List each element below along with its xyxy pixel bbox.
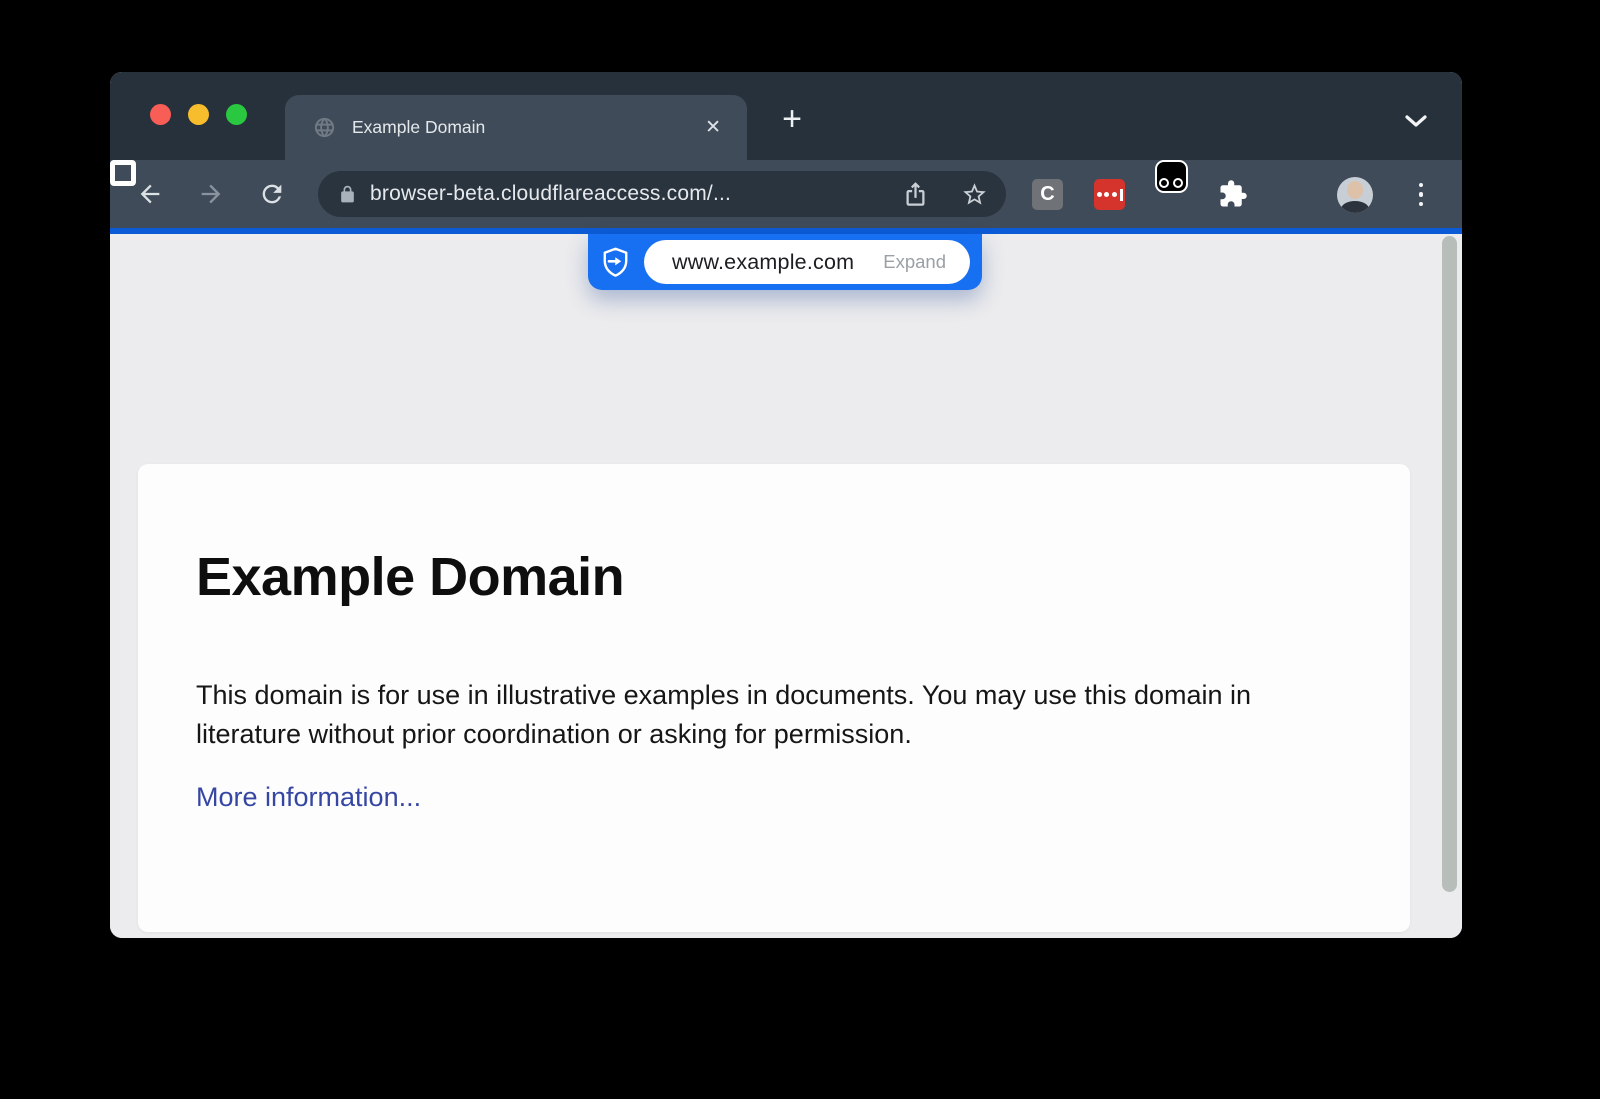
kebab-menu-icon[interactable] <box>1406 179 1436 210</box>
extensions-puzzle-icon[interactable] <box>1218 179 1248 209</box>
isolated-domain-text: www.example.com <box>672 250 854 275</box>
zoom-window-button[interactable] <box>226 104 247 125</box>
tab-title: Example Domain <box>352 117 697 138</box>
circle-icon <box>1159 178 1169 188</box>
share-icon[interactable] <box>902 181 929 208</box>
isolation-domain-pill[interactable]: www.example.com Expand <box>588 234 982 290</box>
lastpass-extension-icon[interactable] <box>1094 179 1125 210</box>
dot-icon <box>1097 192 1102 197</box>
lens-extension-icon[interactable] <box>1155 160 1188 193</box>
page-viewport: www.example.com Expand Example Domain Th… <box>110 234 1462 938</box>
extension-c-label: C <box>1040 183 1054 206</box>
lock-icon <box>338 185 357 204</box>
globe-icon <box>313 116 336 139</box>
extension-c-icon[interactable]: C <box>1032 179 1063 210</box>
bar-icon <box>1120 189 1123 201</box>
side-panel-icon[interactable] <box>110 160 136 186</box>
more-information-link[interactable]: More information... <box>196 782 421 813</box>
toolbar: browser-beta.cloudflareaccess.com/... C <box>110 160 1462 228</box>
forward-button[interactable] <box>197 180 225 208</box>
address-bar[interactable]: browser-beta.cloudflareaccess.com/... <box>318 171 1006 217</box>
dot-icon <box>1419 183 1424 188</box>
dot-icon <box>1419 192 1424 197</box>
dot-icon <box>1104 192 1109 197</box>
page-heading: Example Domain <box>196 546 624 608</box>
tab-close-button[interactable]: ✕ <box>697 114 729 141</box>
page-paragraph: This domain is for use in illustrative e… <box>196 676 1348 753</box>
back-arrow-icon <box>136 180 164 208</box>
desktop: Example Domain ✕ + brows <box>0 0 1600 1099</box>
new-tab-button[interactable]: + <box>770 98 814 142</box>
url-text: browser-beta.cloudflareaccess.com/... <box>370 182 870 206</box>
circle-icon <box>1173 178 1183 188</box>
close-window-button[interactable] <box>150 104 171 125</box>
browser-window: Example Domain ✕ + brows <box>110 72 1462 938</box>
back-button[interactable] <box>136 180 164 208</box>
isolated-url-chip[interactable]: www.example.com Expand <box>644 240 970 284</box>
chevron-down-icon[interactable] <box>1404 114 1428 128</box>
bookmark-star-icon[interactable] <box>961 181 988 208</box>
vertical-scrollbar-thumb[interactable] <box>1442 236 1457 892</box>
expand-button[interactable]: Expand <box>883 251 946 273</box>
dot-icon <box>1112 192 1117 197</box>
shield-arrow-icon <box>601 247 630 278</box>
profile-avatar[interactable] <box>1337 177 1373 213</box>
dot-icon <box>1419 202 1424 207</box>
reload-button[interactable] <box>258 180 286 208</box>
minimize-window-button[interactable] <box>188 104 209 125</box>
forward-arrow-icon <box>197 180 225 208</box>
tab-example-domain[interactable]: Example Domain ✕ <box>285 95 747 160</box>
tab-strip: Example Domain ✕ + <box>110 72 1462 160</box>
example-domain-card: Example Domain This domain is for use in… <box>138 464 1410 932</box>
reload-icon <box>258 180 286 208</box>
